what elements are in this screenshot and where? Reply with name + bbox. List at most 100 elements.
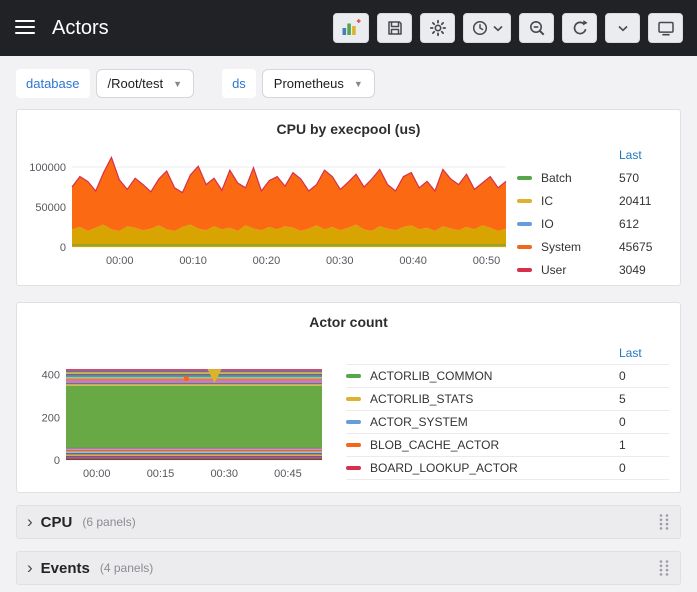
- svg-text:00:20: 00:20: [253, 255, 281, 267]
- svg-text:00:00: 00:00: [106, 255, 134, 267]
- legend-last-value: 612: [619, 217, 669, 231]
- legend-series-name: ACTORLIB_STATS: [370, 392, 619, 406]
- actor-count-legend: LastACTORLIB_COMMON0ACTORLIB_STATS5ACTOR…: [346, 342, 669, 480]
- svg-text:00:50: 00:50: [473, 255, 501, 267]
- zoom-out-icon: [528, 19, 546, 37]
- dashboard-settings-button[interactable]: [420, 13, 455, 43]
- chevron-right-icon: ›: [27, 513, 33, 530]
- chevron-down-icon: [618, 25, 628, 32]
- add-panel-icon: [341, 19, 361, 37]
- legend-last-value: 5: [619, 392, 669, 406]
- series-color-swatch: [346, 466, 361, 470]
- panel-title[interactable]: Actor count: [28, 311, 669, 336]
- legend-series-name: User: [541, 263, 619, 277]
- collapsed-row-cpu[interactable]: › CPU (6 panels): [16, 505, 681, 539]
- database-variable-value: /Root/test: [108, 76, 164, 91]
- legend-item-system[interactable]: System45675: [517, 235, 669, 258]
- legend-item-batch[interactable]: Batch570: [517, 166, 669, 189]
- legend-last-value: 0: [619, 415, 669, 429]
- refresh-icon: [571, 19, 589, 37]
- legend-last-value: 0: [619, 369, 669, 383]
- tv-mode-button[interactable]: [648, 13, 683, 43]
- chevron-down-icon: ▼: [354, 79, 363, 89]
- row-panel-count: (6 panels): [82, 515, 135, 529]
- app-header: Actors: [0, 0, 697, 56]
- legend-last-value: 45675: [619, 240, 669, 254]
- zoom-out-time-button[interactable]: [519, 13, 554, 43]
- legend-item-io[interactable]: IO612: [517, 212, 669, 235]
- legend-series-name: BLOB_CACHE_ACTOR: [370, 438, 619, 452]
- chevron-right-icon: ›: [27, 559, 33, 576]
- monitor-icon: [657, 19, 675, 37]
- legend-last-value: 20411: [619, 194, 669, 208]
- refresh-interval-dropdown-button[interactable]: [605, 13, 640, 43]
- svg-text:0: 0: [54, 455, 60, 467]
- series-color-swatch: [517, 222, 532, 226]
- legend-item-blob_cache_actor[interactable]: BLOB_CACHE_ACTOR1: [346, 434, 669, 457]
- panel-cpu-by-execpool: CPU by execpool (us) 100000 50000 0 00:00 00…: [16, 109, 681, 286]
- datasource-variable-value: Prometheus: [274, 76, 344, 91]
- drag-handle-icon[interactable]: [658, 513, 670, 531]
- dashboard-title: Actors: [52, 17, 109, 40]
- drag-handle-icon[interactable]: [658, 559, 670, 577]
- datasource-variable-select[interactable]: Prometheus ▼: [262, 69, 375, 98]
- legend-series-name: System: [541, 240, 619, 254]
- legend-last-header: Last: [619, 346, 669, 360]
- panel-actor-count: Actor count 400200000:0000:1500:3000:45 …: [16, 302, 681, 493]
- legend-item-actorlib_common[interactable]: ACTORLIB_COMMON0: [346, 365, 669, 388]
- legend-last-value: 3049: [619, 263, 669, 277]
- series-color-swatch: [346, 374, 361, 378]
- svg-text:0: 0: [60, 242, 66, 254]
- legend-last-header: Last: [619, 148, 669, 162]
- legend-item-board_lookup_actor[interactable]: BOARD_LOOKUP_ACTOR0: [346, 457, 669, 480]
- legend-item-actorlib_stats[interactable]: ACTORLIB_STATS5: [346, 388, 669, 411]
- row-panel-count: (4 panels): [100, 561, 153, 575]
- save-dashboard-button[interactable]: [377, 13, 412, 43]
- legend-last-value: 0: [619, 461, 669, 475]
- refresh-button[interactable]: [562, 13, 597, 43]
- hamburger-icon: [14, 19, 36, 35]
- svg-text:00:00: 00:00: [83, 468, 111, 480]
- series-color-swatch: [517, 268, 532, 272]
- database-variable-select[interactable]: /Root/test ▼: [96, 69, 195, 98]
- svg-text:50000: 50000: [35, 202, 66, 214]
- legend-series-name: ACTOR_SYSTEM: [370, 415, 619, 429]
- legend-header-row: Last: [346, 342, 669, 365]
- series-color-swatch: [346, 420, 361, 424]
- svg-text:00:15: 00:15: [147, 468, 175, 480]
- hamburger-menu-button[interactable]: [14, 19, 36, 38]
- database-variable-label: database: [16, 69, 90, 98]
- panel-title[interactable]: CPU by execpool (us): [28, 118, 669, 143]
- series-color-swatch: [517, 199, 532, 203]
- cpu-execpool-legend: LastBatch570IC20411IO612System45675User3…: [517, 143, 669, 281]
- series-color-swatch: [346, 443, 361, 447]
- legend-item-user[interactable]: User3049: [517, 258, 669, 281]
- clock-icon: [471, 19, 489, 37]
- actor-count-chart[interactable]: 400200000:0000:1500:3000:45: [28, 356, 328, 488]
- time-range-picker-button[interactable]: [463, 13, 511, 43]
- svg-text:00:10: 00:10: [179, 255, 207, 267]
- legend-series-name: Batch: [541, 171, 619, 185]
- series-color-swatch: [346, 397, 361, 401]
- svg-text:00:40: 00:40: [399, 255, 427, 267]
- legend-series-name: IC: [541, 194, 619, 208]
- template-variables-bar: database /Root/test ▼ ds Prometheus ▼: [0, 56, 697, 109]
- add-panel-button[interactable]: [333, 13, 369, 43]
- svg-text:400: 400: [42, 370, 60, 382]
- legend-item-ic[interactable]: IC20411: [517, 189, 669, 212]
- series-color-swatch: [517, 176, 532, 180]
- save-icon: [386, 19, 404, 37]
- svg-text:00:30: 00:30: [326, 255, 354, 267]
- svg-text:100000: 100000: [29, 162, 66, 174]
- legend-series-name: IO: [541, 217, 619, 231]
- dashboard-toolbar: [333, 13, 683, 43]
- collapsed-row-events[interactable]: › Events (4 panels): [16, 551, 681, 585]
- legend-series-name: BOARD_LOOKUP_ACTOR: [370, 461, 619, 475]
- svg-text:00:30: 00:30: [210, 468, 238, 480]
- legend-item-actor_system[interactable]: ACTOR_SYSTEM0: [346, 411, 669, 434]
- cpu-execpool-chart[interactable]: 100000 50000 0 00:00 00:10 00:20 00:30 00:40 00:…: [28, 143, 512, 275]
- legend-header-row: Last: [517, 143, 669, 166]
- chevron-down-icon: ▼: [173, 79, 182, 89]
- settings-gear-icon: [429, 19, 447, 37]
- legend-series-name: ACTORLIB_COMMON: [370, 369, 619, 383]
